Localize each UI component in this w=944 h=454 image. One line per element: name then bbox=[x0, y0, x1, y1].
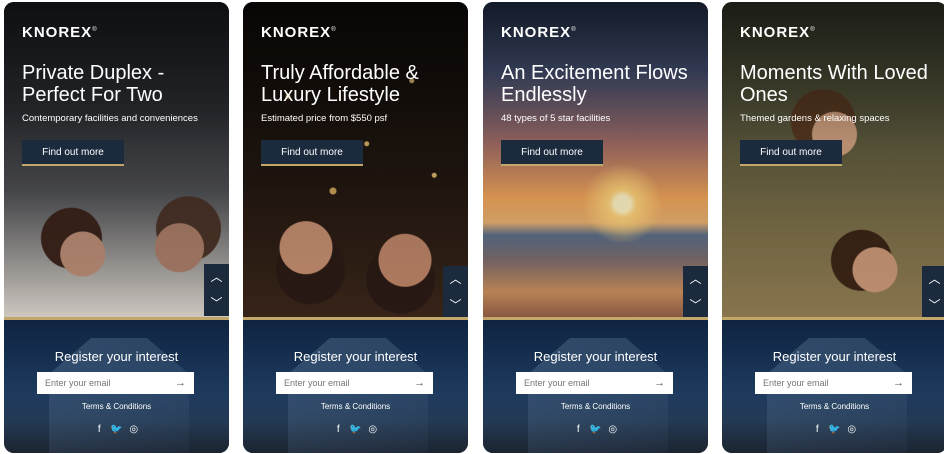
ad-headline: An Excitement Flows Endlessly bbox=[501, 62, 688, 106]
register-title: Register your interest bbox=[293, 349, 418, 364]
email-field: → bbox=[516, 372, 673, 394]
chevron-down-icon[interactable]: ﹀ bbox=[689, 299, 701, 311]
find-out-more-button[interactable]: Find out more bbox=[740, 140, 842, 166]
slide-nav: ︿ ﹀ bbox=[443, 266, 468, 318]
email-field: → bbox=[276, 372, 433, 394]
ad-hero: KNOREX® Private Duplex - Perfect For Two… bbox=[4, 2, 229, 317]
facebook-icon[interactable]: f bbox=[812, 424, 822, 435]
register-title: Register your interest bbox=[54, 349, 179, 364]
email-field: → bbox=[37, 372, 194, 394]
instagram-icon[interactable]: ◎ bbox=[847, 424, 857, 435]
twitter-icon[interactable]: 🐦 bbox=[828, 424, 840, 435]
social-links: f 🐦 ◎ bbox=[722, 424, 944, 435]
chevron-down-icon[interactable]: ﹀ bbox=[210, 297, 222, 309]
facebook-icon[interactable]: f bbox=[94, 424, 104, 435]
register-title: Register your interest bbox=[772, 349, 897, 364]
find-out-more-button[interactable]: Find out more bbox=[261, 140, 363, 166]
ad-preview-stage: KNOREX® Private Duplex - Perfect For Two… bbox=[0, 0, 944, 454]
brand-logo: KNOREX® bbox=[261, 24, 337, 41]
twitter-icon[interactable]: 🐦 bbox=[589, 424, 601, 435]
find-out-more-button[interactable]: Find out more bbox=[22, 140, 124, 166]
register-panel: Register your interest → Terms & Conditi… bbox=[722, 320, 944, 453]
register-panel: Register your interest → Terms & Conditi… bbox=[243, 320, 468, 453]
ad-subtitle: Estimated price from $550 psf bbox=[261, 113, 388, 124]
submit-arrow-icon[interactable]: → bbox=[175, 377, 186, 389]
terms-link[interactable]: Terms & Conditions bbox=[243, 402, 468, 411]
ad-headline: Moments With Loved Ones bbox=[740, 62, 928, 106]
submit-arrow-icon[interactable]: → bbox=[654, 377, 665, 389]
ad-subtitle: 48 types of 5 star facilities bbox=[501, 113, 611, 124]
ad-hero: KNOREX® Truly Affordable & Luxury Lifest… bbox=[243, 2, 468, 317]
twitter-icon[interactable]: 🐦 bbox=[349, 424, 361, 435]
twitter-icon[interactable]: 🐦 bbox=[110, 424, 122, 435]
email-input[interactable] bbox=[763, 378, 883, 388]
brand-logo: KNOREX® bbox=[22, 24, 98, 41]
email-input[interactable] bbox=[524, 378, 644, 388]
ad-card-4: KNOREX® Moments With Loved Ones Themed g… bbox=[722, 2, 944, 453]
slide-nav: ︿ ﹀ bbox=[683, 266, 708, 318]
brand-logo: KNOREX® bbox=[740, 24, 816, 41]
terms-link[interactable]: Terms & Conditions bbox=[722, 402, 944, 411]
ad-card-2: KNOREX® Truly Affordable & Luxury Lifest… bbox=[243, 2, 468, 453]
ad-hero: KNOREX® Moments With Loved Ones Themed g… bbox=[722, 2, 944, 317]
email-field: → bbox=[755, 372, 912, 394]
chevron-up-icon[interactable]: ︿ bbox=[210, 271, 222, 283]
email-input[interactable] bbox=[284, 378, 404, 388]
ad-subtitle: Themed gardens & relaxing spaces bbox=[740, 113, 890, 124]
instagram-icon[interactable]: ◎ bbox=[608, 424, 618, 435]
instagram-icon[interactable]: ◎ bbox=[368, 424, 378, 435]
terms-link[interactable]: Terms & Conditions bbox=[4, 402, 229, 411]
chevron-up-icon[interactable]: ︿ bbox=[689, 273, 701, 285]
submit-arrow-icon[interactable]: → bbox=[893, 377, 904, 389]
ad-headline: Truly Affordable & Luxury Lifestyle bbox=[261, 62, 419, 106]
register-panel: Register your interest → Terms & Conditi… bbox=[483, 320, 708, 453]
ad-hero: KNOREX® An Excitement Flows Endlessly 48… bbox=[483, 2, 708, 317]
social-links: f 🐦 ◎ bbox=[243, 424, 468, 435]
submit-arrow-icon[interactable]: → bbox=[414, 377, 425, 389]
ad-card-1: KNOREX® Private Duplex - Perfect For Two… bbox=[4, 2, 229, 453]
chevron-up-icon[interactable]: ︿ bbox=[449, 273, 461, 285]
find-out-more-button[interactable]: Find out more bbox=[501, 140, 603, 166]
facebook-icon[interactable]: f bbox=[333, 424, 343, 435]
terms-link[interactable]: Terms & Conditions bbox=[483, 402, 708, 411]
chevron-up-icon[interactable]: ︿ bbox=[928, 273, 940, 285]
brand-logo: KNOREX® bbox=[501, 24, 577, 41]
ad-card-3: KNOREX® An Excitement Flows Endlessly 48… bbox=[483, 2, 708, 453]
ad-headline: Private Duplex - Perfect For Two bbox=[22, 62, 165, 106]
instagram-icon[interactable]: ◎ bbox=[129, 424, 139, 435]
chevron-down-icon[interactable]: ﹀ bbox=[449, 299, 461, 311]
ad-subtitle: Contemporary facilities and conveniences bbox=[22, 113, 198, 124]
chevron-down-icon[interactable]: ﹀ bbox=[928, 299, 940, 311]
slide-nav: ︿ ﹀ bbox=[204, 264, 229, 316]
register-title: Register your interest bbox=[533, 349, 658, 364]
social-links: f 🐦 ◎ bbox=[483, 424, 708, 435]
social-links: f 🐦 ◎ bbox=[4, 424, 229, 435]
register-panel: Register your interest → Terms & Conditi… bbox=[4, 320, 229, 453]
slide-nav: ︿ ﹀ bbox=[922, 266, 944, 318]
facebook-icon[interactable]: f bbox=[573, 424, 583, 435]
email-input[interactable] bbox=[45, 378, 165, 388]
